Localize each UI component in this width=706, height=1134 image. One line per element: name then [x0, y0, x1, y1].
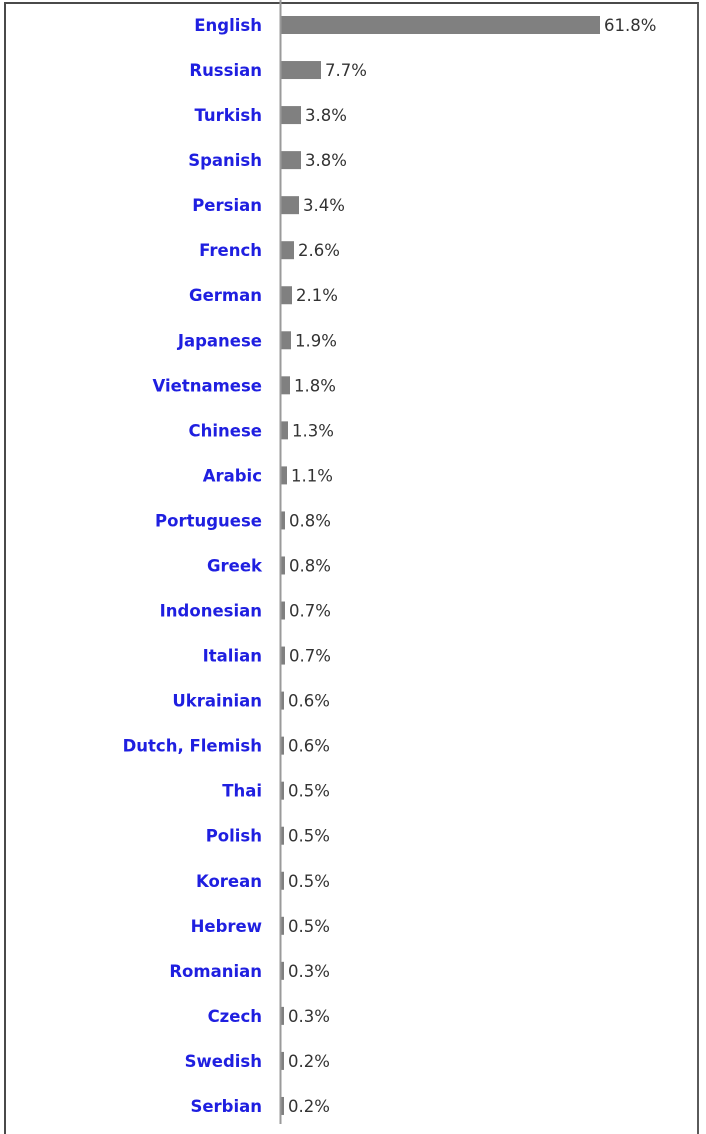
bar-row: Spanish 3.8% [188, 151, 347, 170]
bar [281, 16, 600, 34]
language-bar-chart: English 61.8%Russian 7.7%Turkish 3.8%Spanis… [123, 0, 656, 1124]
category-label[interactable]: Spanish [188, 151, 262, 170]
category-label[interactable]: Romanian [169, 962, 262, 981]
category-label[interactable]: Serbian [190, 1097, 262, 1116]
bar-row: Thai 0.5% [222, 781, 330, 801]
value-label: 0.8% [289, 511, 331, 530]
category-label[interactable]: English [194, 16, 262, 35]
value-label: 0.3% [288, 1007, 330, 1026]
category-label[interactable]: Portuguese [155, 511, 262, 530]
value-label: 3.4% [303, 196, 345, 215]
category-label[interactable]: Ukrainian [172, 692, 262, 711]
bar [281, 61, 321, 80]
bar [281, 511, 285, 530]
bar-row: Romanian 0.3% [169, 961, 330, 981]
bar-row: Czech 0.3% [208, 1006, 330, 1026]
bar-row: Hebrew 0.5% [191, 916, 330, 936]
bar-row: Chinese 1.3% [189, 421, 334, 440]
bar [281, 286, 292, 305]
value-label: 1.3% [292, 421, 334, 440]
bar-row: Ukrainian 0.6% [172, 691, 330, 711]
value-label: 61.8% [604, 16, 656, 35]
category-label[interactable]: Indonesian [160, 602, 262, 621]
category-label[interactable]: Japanese [177, 331, 262, 350]
bar-row: Swedish 0.2% [185, 1051, 330, 1071]
bar [281, 241, 294, 260]
bar-row: Portuguese 0.8% [155, 511, 331, 530]
value-label: 0.5% [288, 872, 330, 891]
value-label: 0.5% [288, 917, 330, 936]
bar-row: Italian 0.7% [203, 646, 331, 666]
value-label: 3.8% [305, 151, 347, 170]
bar-row: Turkish 3.8% [194, 106, 347, 125]
category-label[interactable]: French [199, 241, 262, 260]
category-label[interactable]: Russian [189, 61, 262, 80]
bar-row: English 61.8% [194, 16, 656, 35]
value-label: 0.5% [288, 782, 330, 801]
category-label[interactable]: Italian [203, 647, 262, 666]
bar-row: Polish 0.5% [206, 826, 330, 846]
category-label[interactable]: Korean [196, 872, 262, 891]
category-label[interactable]: Chinese [189, 421, 262, 440]
value-label: 0.3% [288, 962, 330, 981]
bar-row: Greek 0.8% [207, 556, 331, 575]
category-label[interactable]: Turkish [194, 106, 262, 125]
value-label: 1.9% [295, 331, 337, 350]
category-label[interactable]: Hebrew [191, 917, 262, 936]
bar-row: Serbian 0.2% [190, 1096, 330, 1116]
bar [281, 151, 301, 170]
bar [281, 376, 290, 395]
value-label: 0.7% [289, 602, 331, 621]
category-label[interactable]: Polish [206, 827, 262, 846]
bar-row: Japanese 1.9% [177, 331, 337, 350]
bar-row: Persian 3.4% [192, 196, 345, 215]
bar [281, 646, 285, 665]
category-label[interactable]: Persian [192, 196, 262, 215]
bar [281, 556, 285, 575]
category-label[interactable]: Greek [207, 556, 263, 575]
value-label: 2.6% [298, 241, 340, 260]
bar-row: Indonesian 0.7% [160, 601, 331, 621]
value-label: 1.8% [294, 376, 336, 395]
value-label: 0.2% [288, 1097, 330, 1116]
value-label: 0.2% [288, 1052, 330, 1071]
value-label: 0.5% [288, 827, 330, 846]
bar [281, 331, 291, 350]
value-label: 2.1% [296, 286, 338, 305]
value-label: 0.6% [288, 737, 330, 756]
category-label[interactable]: German [189, 286, 262, 305]
value-label: 0.6% [288, 692, 330, 711]
category-label[interactable]: Thai [222, 782, 262, 801]
bar [281, 106, 301, 125]
bar-row: Korean 0.5% [196, 871, 330, 891]
category-label[interactable]: Czech [208, 1007, 262, 1026]
value-label: 0.8% [289, 556, 331, 575]
bar-row: French 2.6% [199, 241, 340, 260]
category-label[interactable]: Dutch, Flemish [123, 737, 262, 756]
value-label: 3.8% [305, 106, 347, 125]
category-label[interactable]: Arabic [203, 466, 262, 485]
value-label: 0.7% [289, 647, 331, 666]
bar [281, 421, 288, 440]
bar-row: Russian 7.7% [189, 61, 367, 80]
bar-row: Vietnamese 1.8% [153, 376, 336, 395]
value-label: 7.7% [325, 61, 367, 80]
bar [281, 466, 287, 485]
bar-row: Dutch, Flemish 0.6% [123, 736, 330, 756]
category-label[interactable]: Swedish [185, 1052, 262, 1071]
value-label: 1.1% [291, 466, 333, 485]
category-label[interactable]: Vietnamese [153, 376, 263, 395]
bar [281, 601, 285, 620]
bar-row: German 2.1% [189, 286, 338, 305]
bar-row: Arabic 1.1% [203, 466, 333, 485]
bar [281, 196, 299, 215]
